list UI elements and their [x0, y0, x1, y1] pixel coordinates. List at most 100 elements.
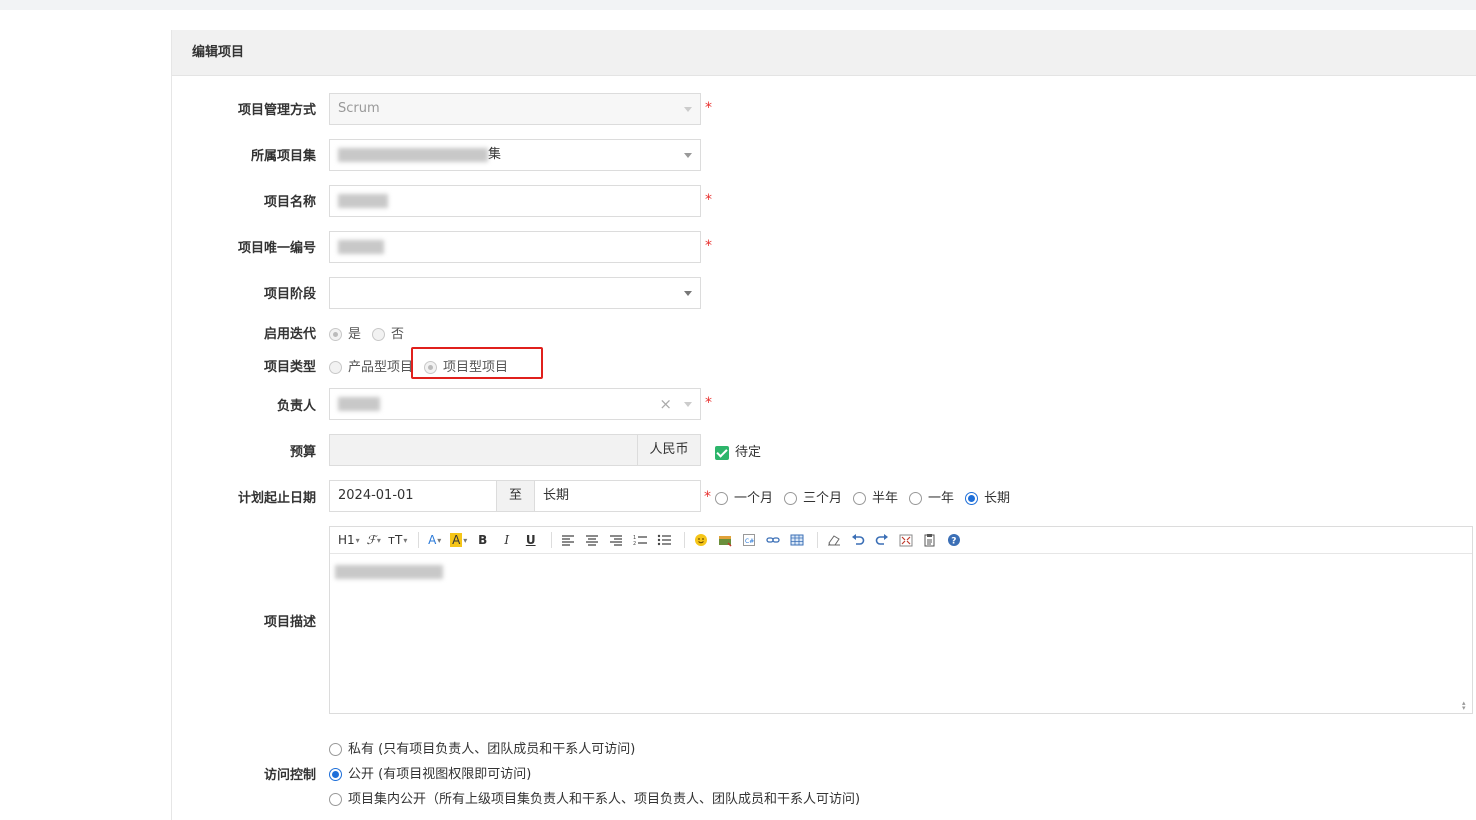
redacted-text: [338, 239, 384, 254]
access-option-program-open[interactable]: 项目集内公开（所有上级项目集负责人和干系人、项目负责人、团队成员和干系人可访问): [329, 788, 860, 807]
align-center-icon[interactable]: [582, 530, 602, 550]
font-color-button[interactable]: A ▾: [425, 530, 445, 550]
required-mark: *: [705, 100, 712, 116]
help-icon[interactable]: ?: [944, 530, 964, 550]
editor-toolbar: H1 ▾ ℱ ▾ ᴛT ▾ A ▾ A ▾ B I U 12 C# ?: [330, 527, 1472, 554]
font-size-button[interactable]: ᴛT ▾: [388, 530, 408, 550]
toolbar-divider: [550, 532, 552, 548]
chevron-down-icon: [684, 153, 692, 158]
iteration-option-yes[interactable]: 是: [329, 323, 361, 342]
radio-icon: [784, 492, 797, 505]
iteration-option-no[interactable]: 否: [372, 323, 404, 342]
type-label: 项目类型: [263, 360, 316, 375]
start-date-input[interactable]: 2024-01-01: [329, 480, 499, 512]
quick-date-half-year[interactable]: 半年: [853, 487, 898, 506]
name-label: 项目名称: [263, 195, 316, 210]
mgmt-mode-value: Scrum: [338, 101, 380, 116]
svg-text:2: 2: [633, 541, 636, 546]
radio-icon: [372, 328, 385, 341]
access-option-private[interactable]: 私有 (只有项目负责人、团队成员和干系人可访问): [329, 738, 635, 757]
link-icon[interactable]: [763, 530, 783, 550]
chevron-down-icon: [684, 402, 692, 407]
resize-grip-icon[interactable]: ▴ ▾: [1462, 700, 1470, 712]
unordered-list-icon[interactable]: [654, 530, 674, 550]
heading-button[interactable]: H1 ▾: [338, 530, 360, 550]
program-label: 所属项目集: [250, 149, 316, 164]
date-separator: 至: [496, 480, 535, 512]
description-editor[interactable]: H1 ▾ ℱ ▾ ᴛT ▾ A ▾ A ▾ B I U 12 C# ? ▴ ▾: [329, 526, 1473, 714]
background-color-button[interactable]: A ▾: [449, 530, 469, 550]
radio-selected-icon: [329, 768, 342, 781]
chevron-down-icon: [684, 291, 692, 296]
clear-icon[interactable]: ×: [659, 389, 672, 419]
stage-label: 项目阶段: [263, 287, 316, 302]
svg-text:?: ?: [951, 537, 956, 547]
access-label: 访问控制: [263, 768, 316, 783]
mgmt-mode-select[interactable]: Scrum: [329, 93, 701, 125]
access-option-open[interactable]: 公开 (有项目视图权限即可访问): [329, 763, 531, 782]
redacted-text: [338, 147, 488, 162]
chevron-down-icon: [684, 107, 692, 112]
toolbar-divider: [417, 532, 419, 548]
radio-icon: [329, 743, 342, 756]
radio-icon: [329, 793, 342, 806]
budget-input[interactable]: [329, 434, 639, 466]
end-date-input[interactable]: 长期: [534, 480, 701, 512]
radio-icon: [715, 492, 728, 505]
editor-content[interactable]: [330, 554, 1472, 589]
panel-title: 编辑项目: [172, 30, 1476, 76]
required-mark: *: [705, 192, 712, 208]
quick-date-three-months[interactable]: 三个月: [784, 487, 842, 506]
undo-icon[interactable]: [848, 530, 868, 550]
table-icon[interactable]: [787, 530, 807, 550]
ordered-list-icon[interactable]: 12: [630, 530, 650, 550]
description-label: 项目描述: [263, 615, 316, 630]
radio-icon: [909, 492, 922, 505]
redacted-text: [338, 396, 380, 411]
quick-date-one-year[interactable]: 一年: [909, 487, 954, 506]
underline-button[interactable]: U: [521, 530, 541, 550]
align-right-icon[interactable]: [606, 530, 626, 550]
currency-addon: 人民币: [637, 434, 701, 466]
mgmt-mode-label: 项目管理方式: [237, 103, 316, 118]
required-mark: *: [705, 395, 712, 411]
top-strip: [0, 0, 1476, 10]
owner-select[interactable]: ×: [329, 388, 701, 420]
required-mark: *: [705, 238, 712, 254]
highlight-annotation-box: [411, 347, 543, 379]
emoji-icon[interactable]: [691, 530, 711, 550]
svg-text:C#: C#: [745, 538, 754, 545]
toolbar-divider: [816, 532, 818, 548]
project-name-input[interactable]: [329, 185, 701, 217]
fullscreen-icon[interactable]: [896, 530, 916, 550]
quick-date-one-month[interactable]: 一个月: [715, 487, 773, 506]
program-select[interactable]: 集: [329, 139, 701, 171]
stage-select[interactable]: [329, 277, 701, 309]
quick-date-long-term[interactable]: 长期: [965, 487, 1010, 506]
project-code-input[interactable]: [329, 231, 701, 263]
radio-selected-icon: [965, 492, 978, 505]
checkbox-checked-icon: [715, 445, 729, 460]
eraser-icon[interactable]: [824, 530, 844, 550]
owner-label: 负责人: [276, 399, 316, 414]
budget-tbd-checkbox[interactable]: 待定: [715, 441, 761, 460]
type-option-product[interactable]: 产品型项目: [329, 356, 413, 375]
redacted-text: [338, 193, 388, 208]
dates-label: 计划起止日期: [237, 491, 316, 506]
align-left-icon[interactable]: [558, 530, 578, 550]
paste-icon[interactable]: [920, 530, 940, 550]
radio-icon: [329, 328, 342, 341]
redo-icon[interactable]: [872, 530, 892, 550]
font-family-button[interactable]: ℱ ▾: [364, 530, 384, 550]
italic-button[interactable]: I: [497, 530, 517, 550]
image-icon[interactable]: [715, 530, 735, 550]
program-value-suffix: 集: [488, 147, 502, 162]
code-icon[interactable]: C#: [739, 530, 759, 550]
budget-label: 预算: [289, 445, 316, 460]
bold-button[interactable]: B: [473, 530, 493, 550]
code-label: 项目唯一编号: [237, 241, 316, 256]
radio-icon: [853, 492, 866, 505]
redacted-text: [335, 564, 443, 579]
toolbar-divider: [683, 532, 685, 548]
required-mark: *: [704, 489, 711, 505]
